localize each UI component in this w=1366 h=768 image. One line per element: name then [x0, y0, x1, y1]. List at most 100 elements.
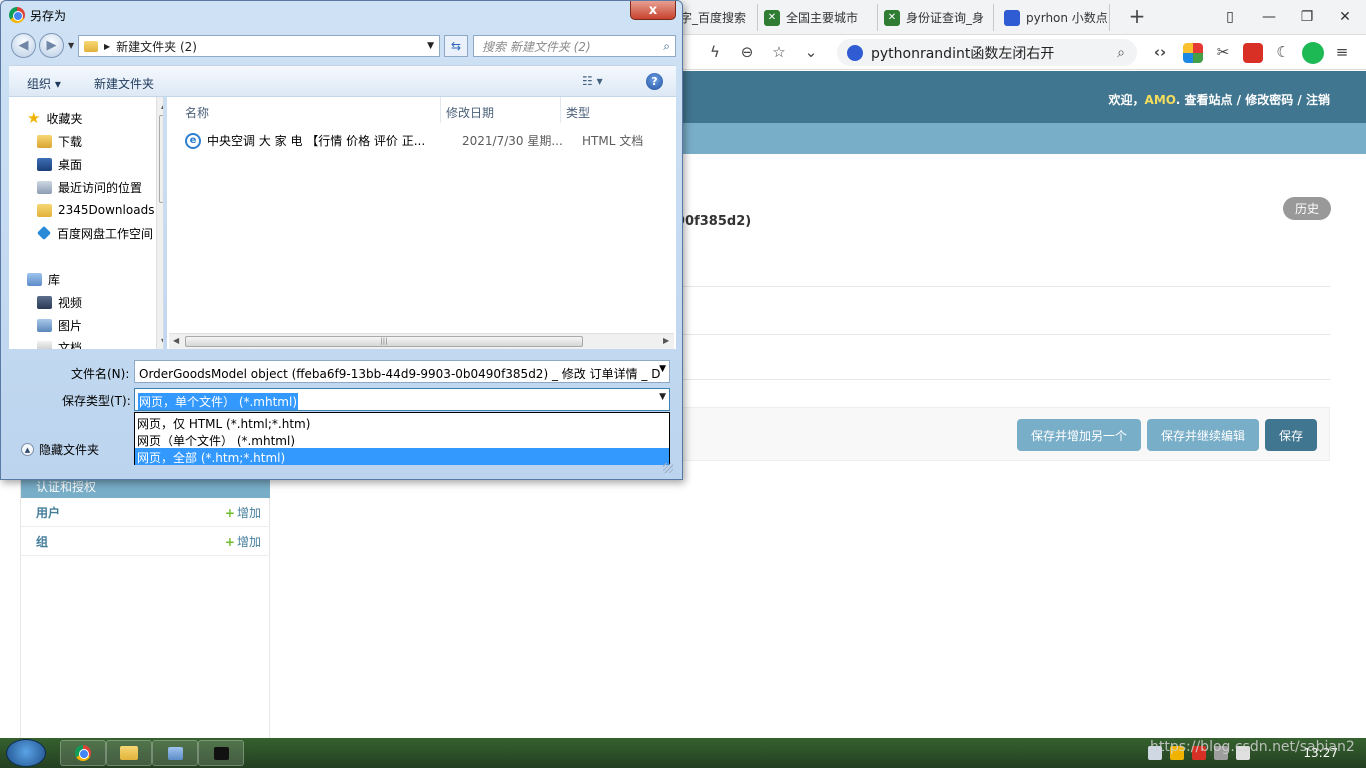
nav-documents[interactable]: 文档 [37, 337, 82, 349]
column-header-name[interactable]: 名称 [185, 104, 209, 121]
nav-baidu-workspace[interactable]: 百度网盘工作空间 [36, 223, 153, 243]
scroll-up-icon[interactable]: ▲ [161, 101, 163, 110]
view-site-link[interactable]: . 查看站点 [1176, 93, 1233, 107]
nav-pictures[interactable]: 图片 [37, 315, 82, 335]
dialog-close-button[interactable]: x [630, 1, 676, 20]
chevron-down-icon[interactable]: ▼ [659, 392, 666, 402]
menu-icon[interactable]: ≡ [1332, 42, 1352, 62]
model-link-groups[interactable]: 组 [36, 533, 48, 550]
form-divider [676, 286, 1330, 287]
taskbar-pycharm[interactable] [198, 740, 244, 766]
nav-downloads[interactable]: 下载 [37, 131, 82, 151]
path-text: 新建文件夹 (2) [116, 39, 197, 54]
help-icon[interactable]: ? [646, 73, 663, 90]
model-row-groups: 组 + 增加 [21, 527, 270, 556]
dialog-nav-row: ◀ ▶ ▼ ▶ 新建文件夹 (2) ▼ ⇆ 搜索 新建文件夹 (2) ⌕ [9, 32, 676, 60]
nav-libraries[interactable]: 库 [27, 269, 60, 289]
nav-videos[interactable]: 视频 [37, 292, 82, 312]
file-hscrollbar[interactable]: ◀ ||| ▶ [169, 333, 674, 349]
savetype-option[interactable]: 网页，仅 HTML (*.html;*.htm) [135, 414, 669, 431]
forward-arrow-icon[interactable]: ▶ [39, 33, 64, 58]
browser-tab[interactable]: ✕ 全国主要城市 [764, 4, 878, 31]
nav-2345downloads[interactable]: 2345Downloads [37, 200, 154, 220]
model-link-users[interactable]: 用户 [36, 504, 60, 521]
column-header-type[interactable]: 类型 [566, 104, 590, 121]
filename-value: OrderGoodsModel object (ffeba6f9-13bb-44… [139, 367, 661, 381]
filename-input[interactable]: OrderGoodsModel object (ffeba6f9-13bb-44… [134, 360, 670, 383]
save-continue-button[interactable]: 保存并继续编辑 [1147, 419, 1259, 451]
maximize-button[interactable]: ❐ [1296, 6, 1318, 28]
organize-menu[interactable]: 组织 ▾ [27, 75, 61, 92]
column-divider[interactable] [440, 97, 441, 123]
scroll-right-icon[interactable]: ▶ [663, 336, 669, 345]
download-icon[interactable] [1302, 42, 1324, 64]
downloads-folder-icon [37, 134, 52, 148]
history-button[interactable]: 历史 [1283, 197, 1331, 220]
nav-scrollbar[interactable]: ▲ ▼ [156, 97, 163, 349]
tab-label: pyrhon 小数点 [1026, 11, 1108, 25]
savetype-option[interactable]: 网页（单个文件） (*.mhtml) [135, 431, 669, 448]
file-row[interactable]: e 中央空调 大 家 电 【行情 价格 评价 正... 2021/7/30 星期… [185, 132, 643, 149]
save-add-another-button[interactable]: 保存并增加另一个 [1017, 419, 1141, 451]
documents-icon [37, 340, 52, 349]
plus-icon: + [224, 534, 235, 549]
browser-tab[interactable]: 字_百度搜索 [680, 4, 758, 31]
browser-tab[interactable]: ✕ 身份证查询_身 [884, 4, 994, 31]
view-options-icon[interactable]: ☷ ▾ [582, 74, 603, 88]
folder-search-input[interactable]: 搜索 新建文件夹 (2) ⌕ [473, 35, 676, 57]
add-user-link[interactable]: + 增加 [225, 504, 261, 521]
tab-label: 字_百度搜索 [680, 11, 747, 25]
nav-recent[interactable]: 最近访问的位置 [37, 177, 142, 197]
chevron-down-icon[interactable]: ▼ [427, 41, 434, 51]
browser-tab[interactable]: pyrhon 小数点 [1004, 4, 1110, 31]
taskbar-explorer[interactable] [106, 740, 152, 766]
pdf-icon[interactable] [1243, 43, 1263, 63]
scroll-thumb[interactable] [159, 115, 163, 203]
column-header-date[interactable]: 修改日期 [446, 104, 494, 121]
column-divider[interactable] [560, 97, 561, 123]
scroll-down-icon[interactable]: ▼ [161, 337, 163, 346]
save-button[interactable]: 保存 [1265, 419, 1317, 451]
search-icon[interactable]: ⌕ [663, 39, 670, 54]
devtools-icon[interactable]: ‹› [1150, 42, 1170, 62]
zoom-icon[interactable]: ⊖ [737, 42, 757, 62]
resize-grip[interactable] [663, 463, 673, 473]
nav-desktop[interactable]: 桌面 [37, 154, 82, 174]
scissors-icon[interactable]: ✂ [1213, 42, 1233, 62]
taskbar-app[interactable] [152, 740, 198, 766]
taskbar-chrome[interactable] [60, 740, 106, 766]
user-tools: 欢迎，AMO. 查看站点 / 修改密码 / 注销 [1109, 91, 1330, 108]
chevron-down-icon[interactable]: ⌄ [801, 42, 821, 62]
back-arrow-icon[interactable]: ◀ [11, 33, 36, 58]
start-button[interactable] [6, 739, 46, 767]
apps-grid-icon[interactable] [1183, 43, 1203, 63]
hide-folders-toggle[interactable]: ▲ 隐藏文件夹 [21, 441, 99, 458]
scroll-left-icon[interactable]: ◀ [173, 336, 179, 345]
nav-label: 桌面 [58, 157, 83, 172]
chevron-down-icon[interactable]: ▼ [659, 364, 666, 374]
savetype-select[interactable]: 网页，单个文件） (*.mhtml) ▼ [134, 388, 670, 411]
path-breadcrumb[interactable]: ▶ 新建文件夹 (2) ▼ [78, 35, 440, 57]
logout-link[interactable]: 注销 [1306, 93, 1330, 107]
address-search-box[interactable]: pythonrandint函数左闭右开 ⌕ [837, 39, 1137, 66]
model-row-users: 用户 + 增加 [21, 498, 270, 527]
new-tab-button[interactable]: + [1126, 6, 1148, 28]
lightning-icon[interactable]: ϟ [705, 42, 725, 62]
search-icon[interactable]: ⌕ [1117, 45, 1125, 61]
chevron-up-icon: ▲ [21, 443, 34, 456]
savetype-option[interactable]: 网页，全部 (*.htm;*.html) [135, 448, 669, 465]
refresh-icon[interactable]: ⇆ [444, 35, 468, 57]
new-folder-button[interactable]: 新建文件夹 [94, 75, 154, 92]
sidebar-toggle-icon[interactable]: ▯ [1219, 6, 1241, 28]
close-window-button[interactable]: ✕ [1334, 6, 1356, 28]
bookmark-star-icon[interactable]: ☆ [769, 42, 789, 62]
recent-places-icon [37, 180, 52, 194]
scroll-thumb[interactable]: ||| [185, 336, 583, 347]
history-dropdown-icon[interactable]: ▼ [68, 41, 74, 50]
moon-icon[interactable]: ☾ [1273, 42, 1293, 62]
add-group-link[interactable]: + 增加 [225, 533, 261, 550]
nav-label: 库 [48, 272, 61, 287]
nav-favorites[interactable]: ★ 收藏夹 [27, 108, 82, 128]
minimize-button[interactable]: — [1258, 6, 1280, 28]
change-password-link[interactable]: 修改密码 [1245, 93, 1293, 107]
